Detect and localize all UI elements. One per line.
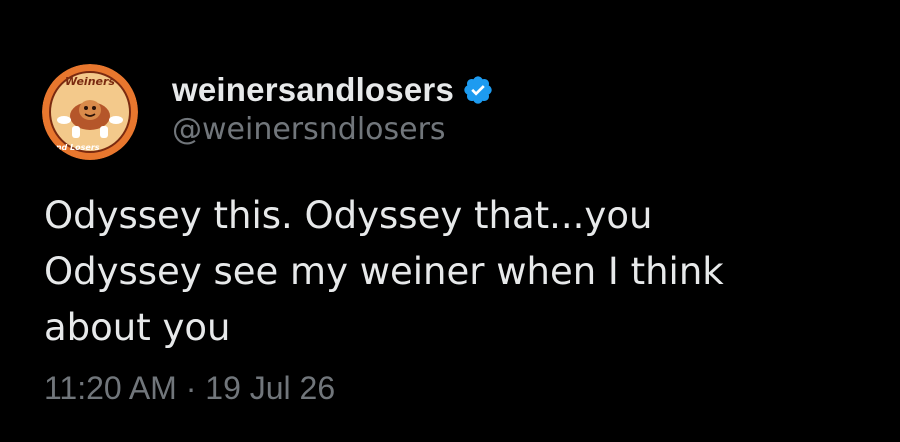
tweet-text-line: about you	[44, 306, 231, 349]
avatar-logo-icon: Weiners and Losers	[42, 64, 138, 160]
tweet-date: 19 Jul 26	[205, 370, 336, 406]
avatar-top-text: Weiners	[65, 75, 115, 88]
tweet-timestamp[interactable]: 11:20 AM · 19 Jul 26	[44, 370, 335, 407]
avatar-bottom-text: and Losers	[50, 143, 99, 152]
author-handle[interactable]: @weinersndlosers	[172, 112, 446, 147]
tweet-text: Odyssey this. Odyssey that...you Odyssey…	[44, 188, 864, 356]
verified-badge-icon	[464, 76, 492, 104]
profile-avatar[interactable]: Weiners and Losers	[42, 64, 138, 160]
author-name-row: weinersandlosers	[172, 68, 494, 112]
tweet-time: 11:20 AM	[44, 370, 177, 406]
meta-separator: ·	[185, 370, 197, 406]
tweet-card: Weiners and Losers weinersandlosers @wei…	[0, 0, 900, 442]
display-name[interactable]: weinersandlosers	[172, 71, 454, 109]
tweet-text-line: Odyssey see my weiner when I think	[44, 250, 724, 293]
tweet-text-line: Odyssey this. Odyssey that...you	[44, 194, 653, 237]
